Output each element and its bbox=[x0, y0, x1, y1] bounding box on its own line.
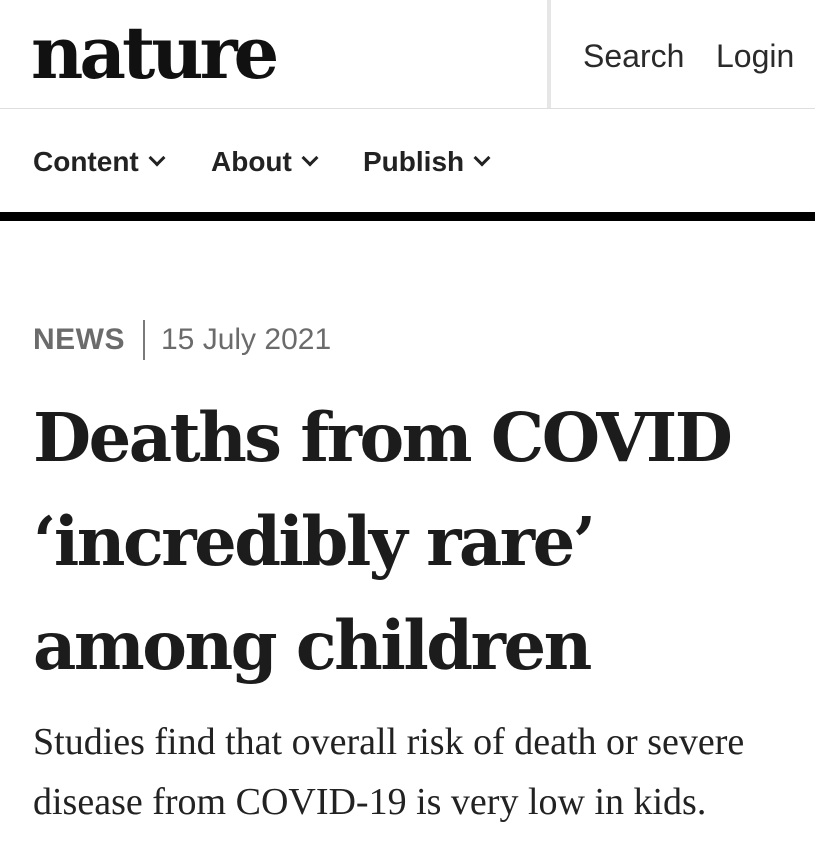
headline-line: ‘incredibly rare’ bbox=[33, 502, 596, 581]
article-headline: Deaths from COVID ‘incredibly rare’ amon… bbox=[33, 386, 803, 698]
nav-item-about[interactable]: About bbox=[211, 142, 319, 182]
headline-line: Deaths from COVID bbox=[33, 398, 733, 477]
nav-item-label: Publish bbox=[363, 146, 465, 177]
nature-logo[interactable]: nature bbox=[31, 8, 279, 98]
article-date: 15 July 2021 bbox=[161, 323, 332, 356]
nav-item-content[interactable]: Content bbox=[33, 142, 166, 182]
header-rule bbox=[0, 212, 815, 221]
login-link[interactable]: Login bbox=[716, 36, 794, 76]
header-divider bbox=[547, 0, 551, 108]
site-header: nature Search Login bbox=[0, 0, 815, 109]
chevron-down-icon bbox=[301, 149, 319, 167]
nav-item-label: About bbox=[211, 146, 292, 177]
meta-separator bbox=[143, 320, 145, 360]
article-type-label[interactable]: NEWS bbox=[33, 323, 125, 357]
nav-item-label: Content bbox=[33, 146, 139, 177]
article-meta: NEWS 15 July 2021 bbox=[33, 318, 331, 362]
standfirst-line: disease from COVID-19 is very low in kid… bbox=[33, 781, 707, 823]
article-standfirst: Studies find that overall risk of death … bbox=[33, 712, 803, 832]
headline-line: among children bbox=[33, 606, 592, 685]
standfirst-line: Studies find that overall risk of death … bbox=[33, 721, 745, 763]
search-link[interactable]: Search bbox=[583, 36, 684, 76]
chevron-down-icon bbox=[473, 149, 491, 167]
main-nav: Content About Publish bbox=[0, 110, 815, 212]
chevron-down-icon bbox=[148, 149, 166, 167]
nav-item-publish[interactable]: Publish bbox=[363, 142, 491, 182]
